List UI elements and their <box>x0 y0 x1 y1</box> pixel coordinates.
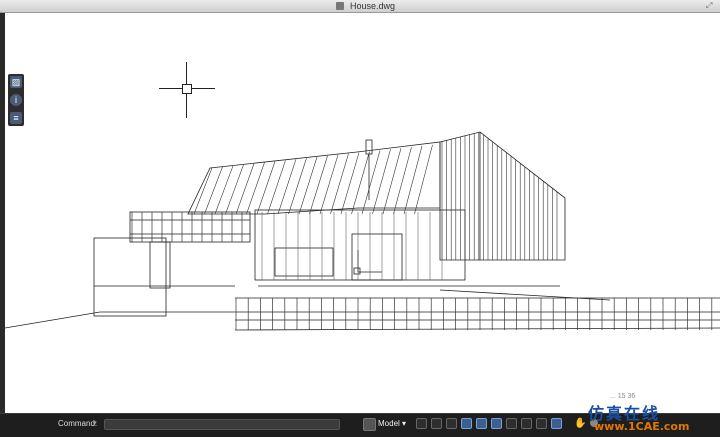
roof-rafter-line <box>298 156 318 215</box>
annotation-icon[interactable] <box>551 418 562 429</box>
properties-icon[interactable]: ▨ <box>10 76 22 88</box>
roof-rafter-line <box>288 158 307 215</box>
model-space-dropdown[interactable]: Model ▾ <box>378 418 406 430</box>
roof-rafter-line <box>309 155 328 215</box>
layers-icon[interactable]: ≡ <box>10 112 22 124</box>
command-history-chevron-icon[interactable]: ▾ <box>93 419 97 427</box>
roof-rafter-line <box>267 160 286 215</box>
roof-rafter-line <box>319 154 339 215</box>
selection-cycling-icon[interactable] <box>536 418 547 429</box>
transparency-icon[interactable] <box>521 418 532 429</box>
polar-tracking-icon[interactable] <box>461 418 472 429</box>
roof-rafter-line <box>393 147 412 215</box>
house-elevation-drawing <box>4 131 720 331</box>
grid-display-icon[interactable] <box>431 418 442 429</box>
roof-rafter-line <box>256 161 276 215</box>
command-input[interactable] <box>104 419 340 430</box>
roof-rafter-line <box>225 164 244 215</box>
roof-rafter-line <box>340 152 360 215</box>
tool-palette: ▨ i ≡ <box>8 74 24 126</box>
roof-rafter-line <box>277 159 297 215</box>
layout-grid-icon[interactable] <box>363 418 376 431</box>
ortho-mode-icon[interactable] <box>446 418 457 429</box>
roof-rafter-line <box>372 149 391 215</box>
command-label: Command: <box>58 419 98 428</box>
roof-rafter-line <box>382 148 402 215</box>
snap-mode-icon[interactable] <box>416 418 427 429</box>
cursor-pickbox <box>182 84 192 94</box>
roof-rafter-line <box>235 163 255 215</box>
lineweight-icon[interactable] <box>506 418 517 429</box>
info-icon[interactable]: i <box>10 94 22 106</box>
roof-rafter-line <box>193 167 213 215</box>
watermark-url: www.1CAE.com <box>594 420 690 433</box>
roof-rafter-line <box>403 145 423 215</box>
object-snap-tracking-icon[interactable] <box>491 418 502 429</box>
roof-rafter-line <box>214 165 234 215</box>
roof-rafter-line <box>330 153 349 215</box>
roof-rafter-line <box>361 150 381 215</box>
roof-rafter-line <box>246 162 265 215</box>
roof-rafter-line <box>351 151 370 215</box>
pan-hand-icon[interactable]: ✋ <box>574 418 586 429</box>
object-snap-icon[interactable] <box>476 418 487 429</box>
coordinate-readout: ... 15 36 <box>610 393 636 400</box>
roof-rafter-line <box>414 144 433 215</box>
